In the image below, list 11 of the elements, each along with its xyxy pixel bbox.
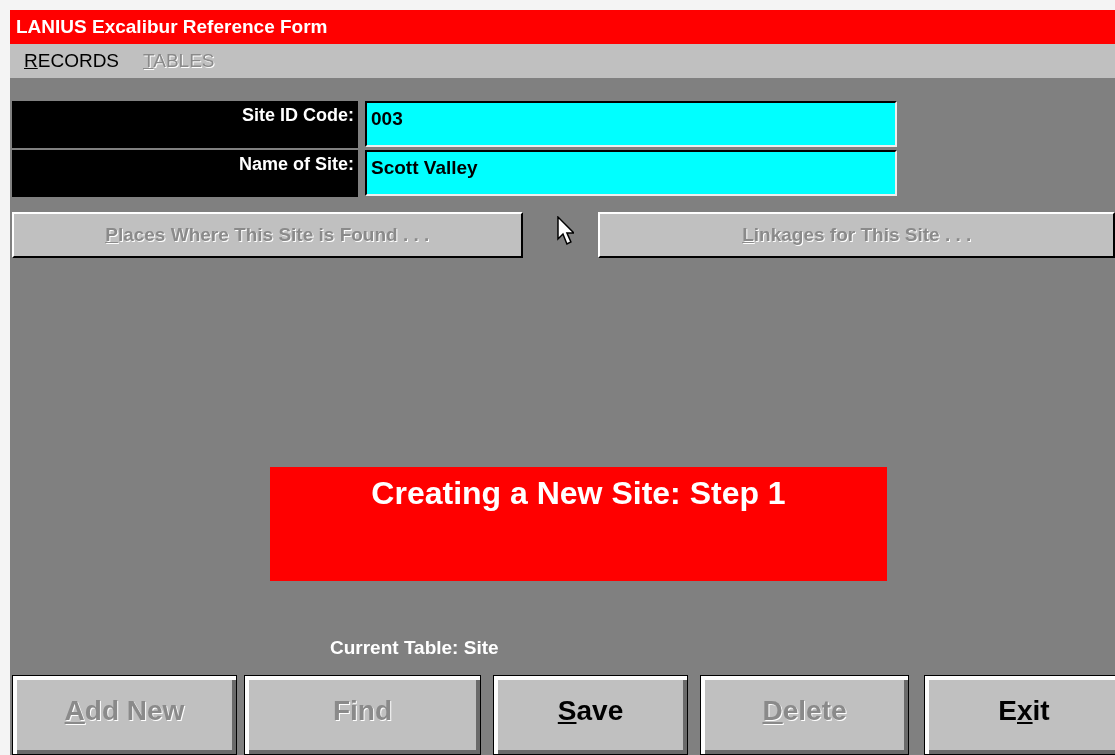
cursor-icon xyxy=(556,216,575,246)
input-field[interactable]: 003 xyxy=(365,101,897,147)
window-title: LANIUS Excalibur Reference Form xyxy=(16,16,328,38)
input-field[interactable]: Scott Valley xyxy=(365,150,897,196)
field-label: Name of Site: xyxy=(12,150,358,197)
field-label: Site ID Code: xyxy=(12,101,358,148)
menu-item[interactable]: RECORDS xyxy=(24,50,120,72)
banner-text: Creating a New Site: Step 1 xyxy=(371,475,786,512)
action-button[interactable]: Save xyxy=(493,675,688,755)
current-table-label: Current Table: Site xyxy=(330,637,499,659)
action-button[interactable]: Exit xyxy=(924,675,1115,755)
